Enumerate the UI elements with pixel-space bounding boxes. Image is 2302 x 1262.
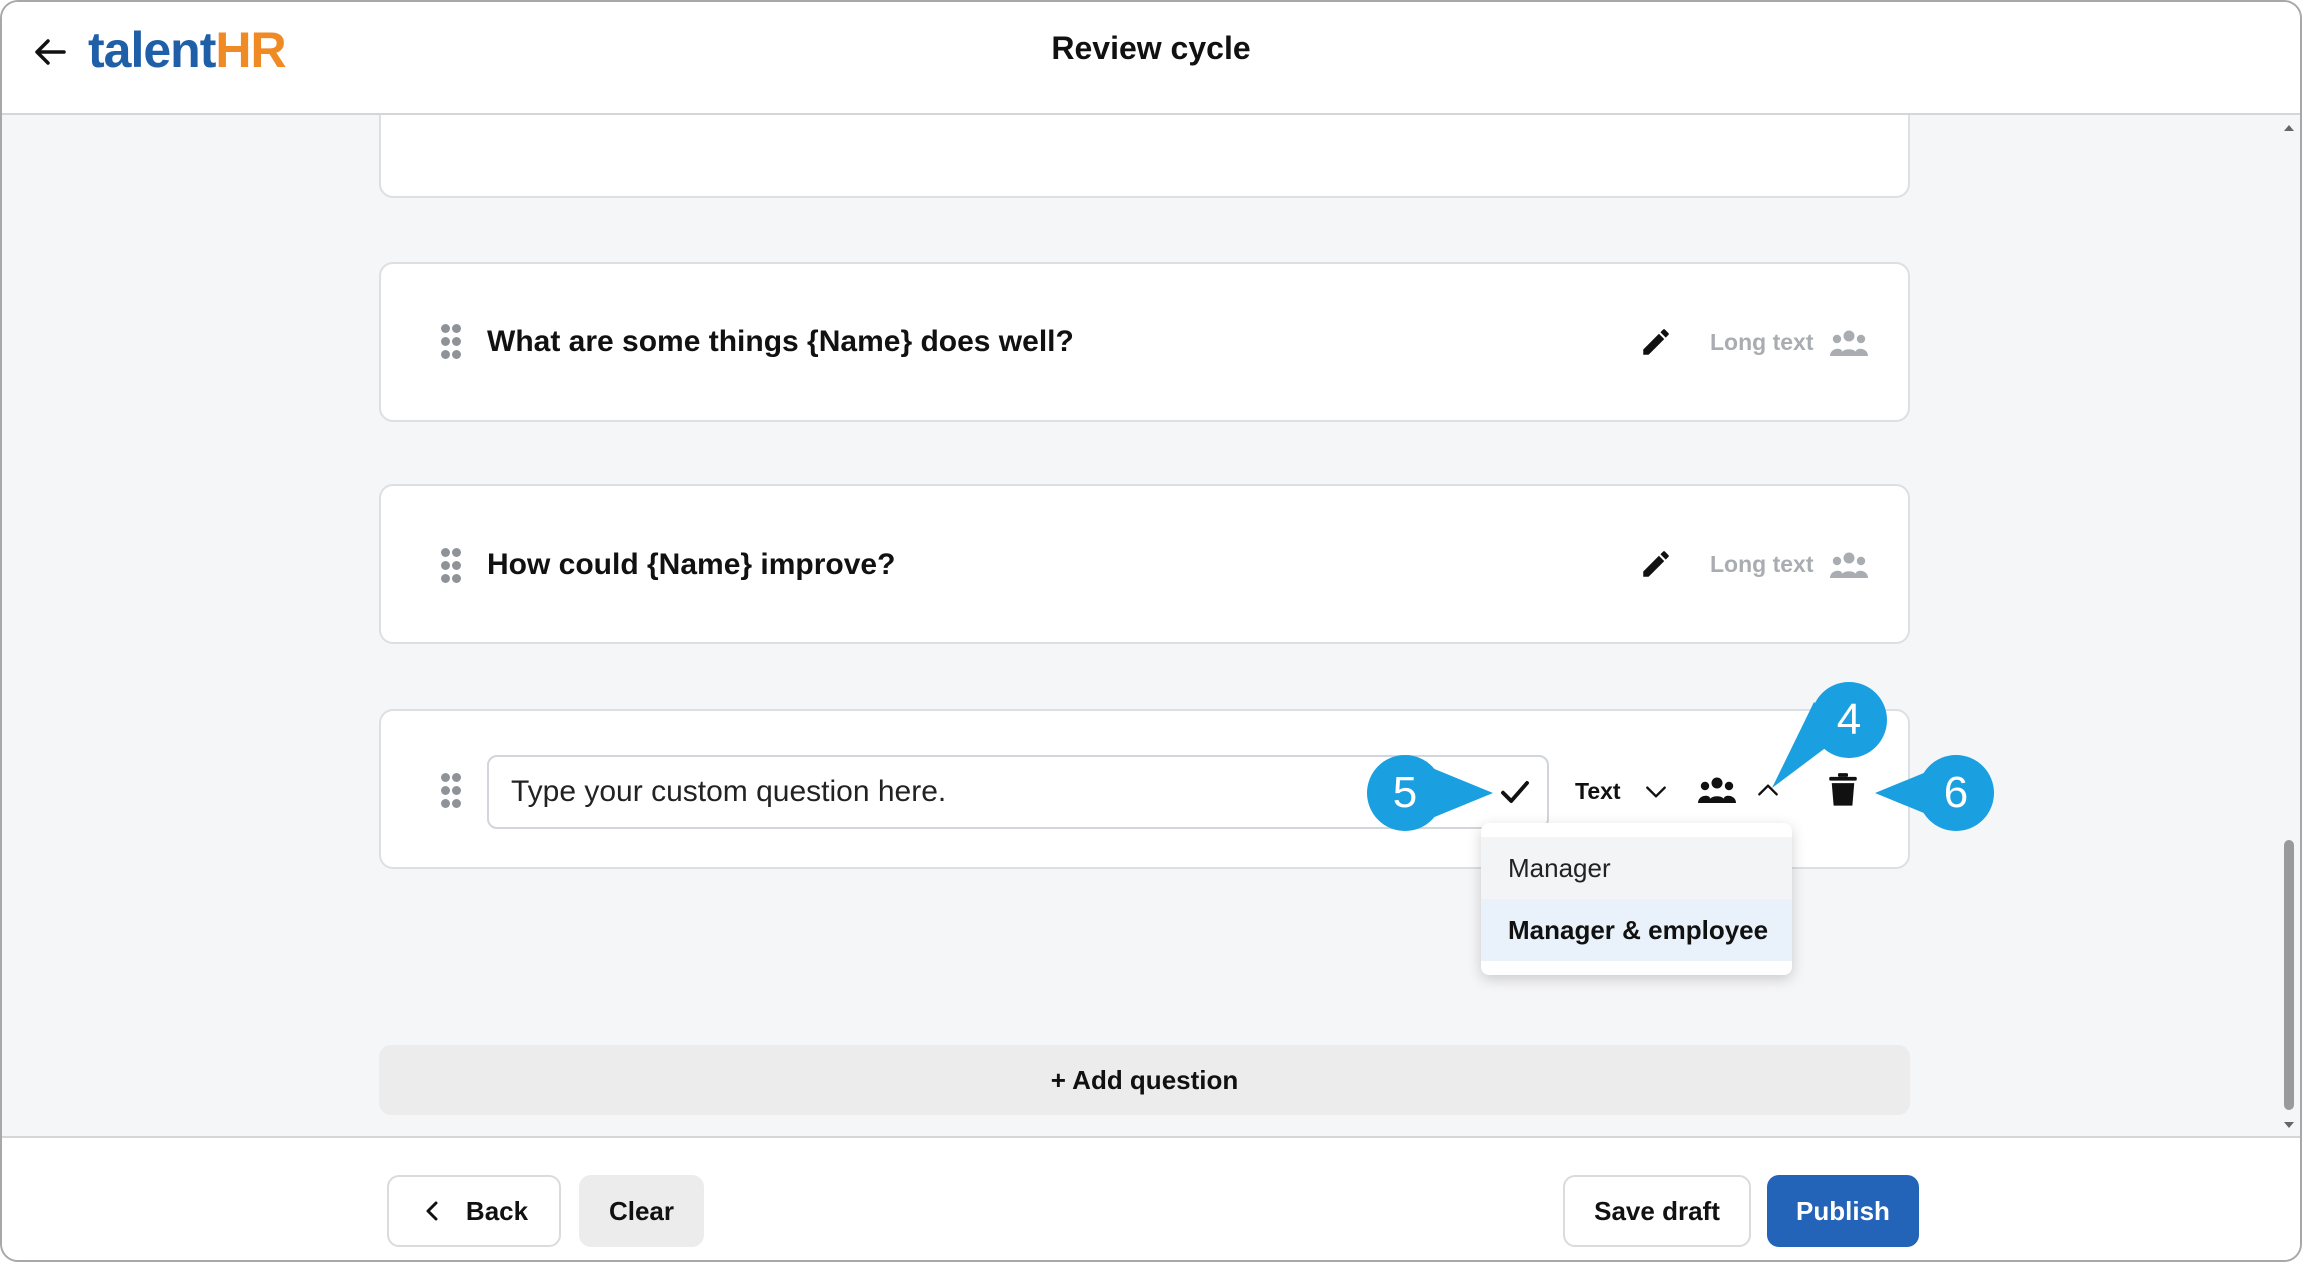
scrollbar-thumb[interactable]: [2284, 840, 2294, 1110]
footer-bar: Back Clear Save draft Publish: [2, 1136, 2300, 1260]
question-card-partial: [379, 115, 1910, 198]
question-type-label: Long text: [1710, 551, 1814, 577]
question-card: How could {Name} improve? Long text: [379, 484, 1910, 644]
pencil-icon[interactable]: [1639, 325, 1673, 359]
drag-handle-icon[interactable]: [439, 324, 463, 360]
callout-number: 6: [1918, 755, 1994, 831]
drag-handle-icon[interactable]: [439, 548, 463, 584]
question-text: What are some things {Name} does well?: [487, 325, 1074, 358]
scroll-up-arrow-icon[interactable]: [2282, 121, 2296, 135]
dropdown-option-manager-employee[interactable]: Manager & employee: [1481, 899, 1792, 961]
scroll-down-arrow-icon[interactable]: [2282, 1118, 2296, 1132]
people-group-icon: [1830, 330, 1868, 356]
callout-number: 4: [1811, 682, 1887, 758]
vertical-scrollbar[interactable]: [2282, 115, 2296, 1136]
callout-number: 5: [1367, 755, 1443, 831]
visibility-dropdown: Manager Manager & employee: [1481, 823, 1792, 975]
chevron-left-icon: [426, 1201, 438, 1221]
question-card: What are some things {Name} does well? L…: [379, 262, 1910, 422]
back-button-label: Back: [465, 1195, 529, 1226]
people-group-icon: [1830, 552, 1868, 578]
back-button[interactable]: Back: [387, 1175, 561, 1247]
main-content: What are some things {Name} does well? L…: [2, 115, 2300, 1136]
chevron-down-icon[interactable]: [1643, 779, 1669, 805]
app-window: talentHR Review cycle What are some thin…: [0, 0, 2302, 1262]
drag-handle-icon[interactable]: [439, 773, 463, 809]
page-title: Review cycle: [1051, 30, 1251, 66]
people-group-icon[interactable]: [1697, 775, 1737, 805]
clear-button[interactable]: Clear: [579, 1175, 704, 1247]
question-type-select[interactable]: Text: [1575, 778, 1621, 805]
question-type-label: Long text: [1710, 329, 1814, 355]
add-question-button[interactable]: + Add question: [379, 1045, 1910, 1115]
publish-button[interactable]: Publish: [1767, 1175, 1919, 1247]
top-bar: talentHR Review cycle: [2, 2, 2300, 115]
save-draft-button[interactable]: Save draft: [1563, 1175, 1751, 1247]
check-icon[interactable]: [1497, 774, 1533, 810]
pencil-icon[interactable]: [1639, 547, 1673, 581]
dropdown-option-manager[interactable]: Manager: [1481, 837, 1792, 899]
question-text: How could {Name} improve?: [487, 548, 896, 581]
